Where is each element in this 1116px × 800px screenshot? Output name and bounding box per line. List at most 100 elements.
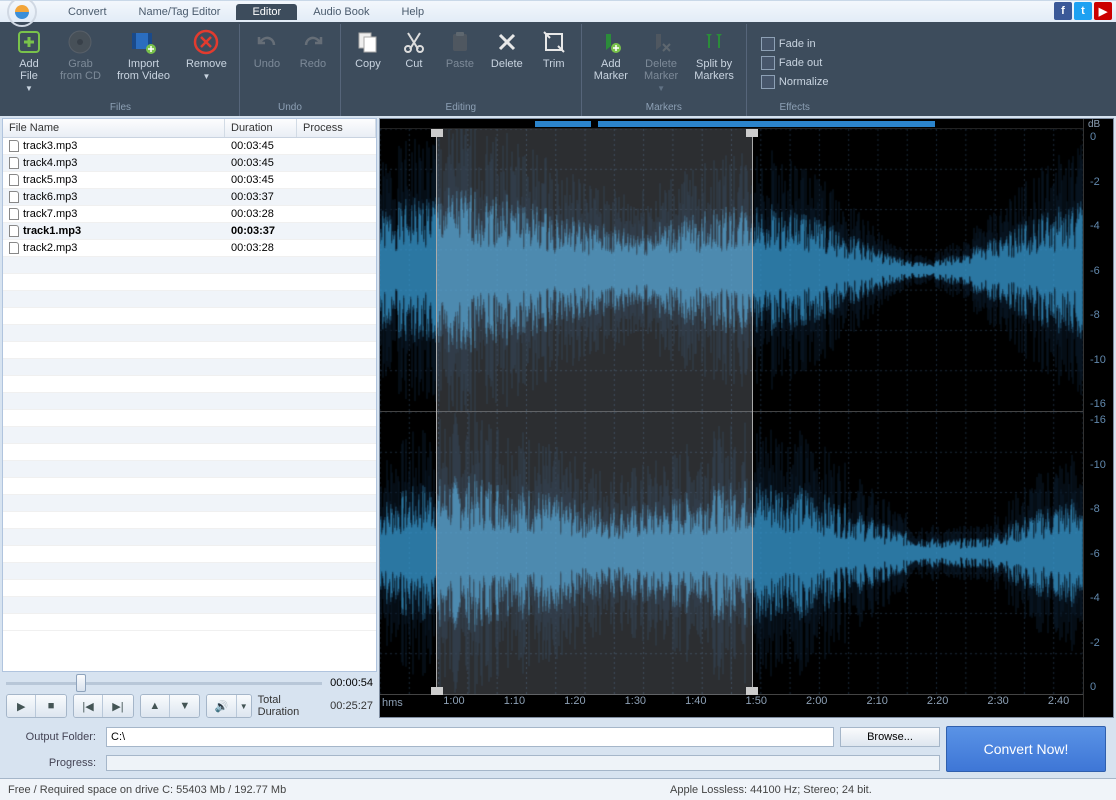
remove-button[interactable]: Remove ▼ — [178, 24, 235, 102]
group-undo: Undo Redo Undo — [240, 24, 341, 116]
file-list-rows[interactable]: track3.mp300:03:45track4.mp300:03:45trac… — [3, 138, 376, 671]
menu-tab-help[interactable]: Help — [385, 4, 440, 20]
delete-label: Delete — [491, 58, 523, 70]
convert-button[interactable]: Convert Now! — [946, 726, 1106, 772]
seek-thumb[interactable] — [76, 674, 86, 692]
col-name[interactable]: File Name — [3, 119, 225, 137]
marker-strip[interactable] — [380, 119, 1083, 129]
paste-label: Paste — [446, 58, 474, 70]
file-row[interactable]: track7.mp3 00:03:28 — [3, 206, 376, 223]
file-row-empty — [3, 376, 376, 393]
file-row[interactable]: track6.mp300:03:37 — [3, 189, 376, 206]
selection-handle[interactable] — [746, 129, 758, 137]
db-value: -2 — [1090, 637, 1113, 649]
delete-marker-button[interactable]: Delete Marker ▼ — [636, 24, 686, 102]
prev-button[interactable]: |◀ — [74, 695, 103, 717]
menu-tab-convert[interactable]: Convert — [52, 4, 123, 20]
selection-region[interactable] — [436, 129, 752, 695]
file-row[interactable]: track5.mp300:03:45 — [3, 172, 376, 189]
selection-handle[interactable] — [746, 687, 758, 695]
normalize-button[interactable]: Normalize — [757, 74, 833, 90]
db-value: 0 — [1090, 131, 1113, 143]
delete-marker-icon — [647, 28, 675, 56]
fade-out-button[interactable]: Fade out — [757, 55, 833, 71]
import-video-button[interactable]: Import from Video — [109, 24, 178, 102]
file-row-empty — [3, 512, 376, 529]
cut-icon — [400, 28, 428, 56]
file-name: track4.mp3 — [23, 157, 77, 169]
menu-tab-name-tag-editor[interactable]: Name/Tag Editor — [123, 4, 237, 20]
timeline-unit: hms — [382, 697, 403, 709]
add-file-label: Add File — [19, 58, 39, 82]
menu-tab-editor[interactable]: Editor — [236, 4, 297, 20]
timeline-tick: 1:40 — [685, 695, 706, 707]
file-row[interactable]: track1.mp300:03:37 — [3, 223, 376, 240]
output-folder-input[interactable] — [106, 727, 834, 747]
cut-button[interactable]: Cut — [391, 24, 437, 102]
move-down-button[interactable]: ▼ — [170, 695, 199, 717]
timeline-tick: 1:30 — [625, 695, 646, 707]
file-row-empty — [3, 478, 376, 495]
delete-button[interactable]: Delete — [483, 24, 531, 102]
file-row[interactable]: track3.mp300:03:45 — [3, 138, 376, 155]
waveform-area[interactable]: hms 1:001:101:201:301:401:502:002:102:20… — [380, 119, 1083, 717]
group-editing-label: Editing — [446, 102, 477, 116]
total-duration-value: 00:25:27 — [330, 700, 373, 712]
copy-label: Copy — [355, 58, 381, 70]
paste-button[interactable]: Paste — [437, 24, 483, 102]
undo-label: Undo — [254, 58, 280, 70]
delete-marker-label: Delete Marker — [644, 58, 678, 82]
file-list: File Name Duration Process track3.mp300:… — [2, 118, 377, 672]
normalize-label: Normalize — [779, 76, 829, 88]
db-value: -16 — [1090, 414, 1113, 426]
seek-slider[interactable] — [6, 674, 322, 692]
undo-button[interactable]: Undo — [244, 24, 290, 102]
file-duration: 00:03:45 — [225, 172, 297, 188]
volume-menu-button[interactable]: ▼ — [237, 695, 251, 717]
content-area: File Name Duration Process track3.mp300:… — [0, 116, 1116, 720]
file-name: track7.mp3 — [23, 208, 77, 220]
redo-button[interactable]: Redo — [290, 24, 336, 102]
file-row-empty — [3, 495, 376, 512]
file-name: track2.mp3 — [23, 242, 77, 254]
move-up-button[interactable]: ▲ — [141, 695, 170, 717]
file-icon — [9, 208, 19, 220]
col-process[interactable]: Process — [297, 119, 376, 137]
timeline-tick: 2:40 — [1048, 695, 1069, 707]
menu-tab-audio-book[interactable]: Audio Book — [297, 4, 385, 20]
file-row[interactable]: track4.mp3 00:03:45 — [3, 155, 376, 172]
col-duration[interactable]: Duration — [225, 119, 297, 137]
file-row-empty — [3, 546, 376, 563]
grab-cd-button[interactable]: Grab from CD — [52, 24, 109, 102]
copy-button[interactable]: Copy — [345, 24, 391, 102]
stop-button[interactable]: ■ — [36, 695, 65, 717]
selection-handle[interactable] — [431, 687, 443, 695]
fade-out-icon — [761, 56, 775, 70]
twitter-icon[interactable]: t — [1074, 2, 1092, 20]
split-markers-icon — [700, 28, 728, 56]
browse-button[interactable]: Browse... — [840, 727, 940, 747]
timeline-ruler[interactable]: hms 1:001:101:201:301:401:502:002:102:20… — [380, 695, 1083, 717]
next-button[interactable]: ▶| — [103, 695, 132, 717]
fade-in-button[interactable]: Fade in — [757, 36, 833, 52]
file-icon — [9, 242, 19, 254]
trim-button[interactable]: Trim — [531, 24, 577, 102]
add-marker-button[interactable]: Add Marker — [586, 24, 636, 102]
seek-row: 00:00:54 — [2, 674, 377, 692]
volume-button[interactable]: 🔊 — [207, 695, 236, 717]
chevron-down-icon: ▼ — [25, 84, 33, 93]
group-markers: Add Marker Delete Marker ▼ Split by Mark… — [582, 24, 747, 116]
left-panel: File Name Duration Process track3.mp300:… — [2, 118, 377, 718]
file-row[interactable]: track2.mp300:03:28 — [3, 240, 376, 257]
youtube-icon[interactable]: ▶ — [1094, 2, 1112, 20]
file-duration: 00:03:45 — [225, 155, 297, 171]
facebook-icon[interactable]: f — [1054, 2, 1072, 20]
play-button[interactable]: ▶ — [7, 695, 36, 717]
copy-icon — [354, 28, 382, 56]
selection-handle[interactable] — [431, 129, 443, 137]
ribbon-toolbar: Add File ▼ Grab from CD Import from Vide… — [0, 22, 1116, 116]
file-duration: 00:03:28 — [225, 206, 297, 222]
add-file-button[interactable]: Add File ▼ — [6, 24, 52, 102]
split-markers-button[interactable]: Split by Markers — [686, 24, 742, 102]
file-row-empty — [3, 410, 376, 427]
